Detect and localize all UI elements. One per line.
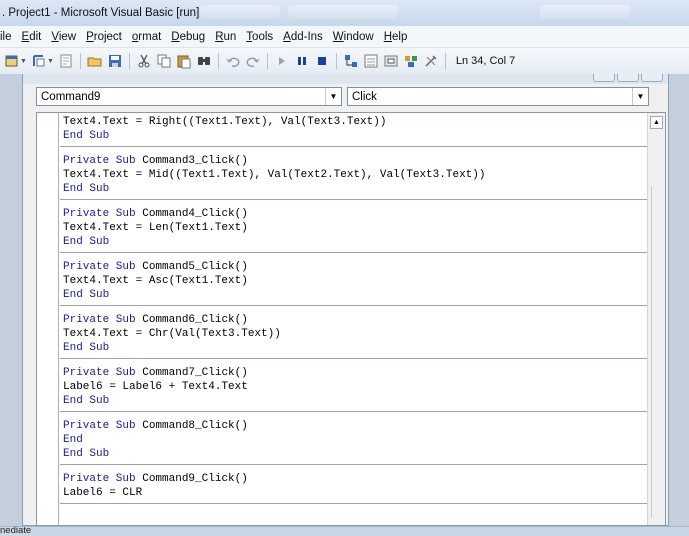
- procedure-combo-value: Click: [352, 90, 377, 103]
- chevron-down-icon[interactable]: ▼: [325, 88, 341, 105]
- minimize-button[interactable]: [593, 74, 615, 82]
- menu-add-ins[interactable]: Add-Ins: [278, 31, 328, 43]
- scroll-thumb[interactable]: [651, 187, 662, 517]
- menu-tools[interactable]: Tools: [241, 31, 278, 43]
- break-icon[interactable]: [294, 53, 310, 69]
- code-editor[interactable]: Text4.Text = Right((Text1.Text), Val(Tex…: [36, 112, 666, 526]
- menu-view[interactable]: View: [46, 31, 81, 43]
- form-layout-icon[interactable]: [383, 53, 399, 69]
- mdi-workspace: Command9 ▼ Click ▼ Text4.Text = Right((T…: [0, 74, 689, 526]
- code-line[interactable]: End Sub: [63, 182, 647, 196]
- toolbar-separator: [128, 53, 130, 69]
- procedure-block: Text4.Text = Right((Text1.Text), Val(Tex…: [60, 113, 647, 147]
- code-line[interactable]: End Sub: [63, 129, 647, 143]
- add-form-dropdown-icon[interactable]: ▼: [20, 58, 27, 65]
- procedure-block: Private Sub Command7_Click() Label6 = Lab…: [60, 359, 647, 412]
- cursor-position: Ln 34, Col 7: [455, 55, 516, 67]
- chevron-down-icon[interactable]: ▼: [632, 88, 648, 105]
- procedure-combo[interactable]: Click ▼: [347, 87, 649, 106]
- menu-editor-dropdown-icon[interactable]: ▼: [47, 58, 54, 65]
- code-window-titlebar[interactable]: [23, 74, 668, 84]
- menu-window[interactable]: Window: [328, 31, 379, 43]
- menu-project[interactable]: Project: [81, 31, 127, 43]
- code-line[interactable]: Text4.Text = Len(Text1.Text): [63, 221, 647, 235]
- paste-icon[interactable]: [176, 53, 192, 69]
- toolbar-separator: [444, 53, 446, 69]
- code-line[interactable]: Private Sub Command3_Click(): [63, 154, 647, 168]
- maximize-button[interactable]: [617, 74, 639, 82]
- find-icon[interactable]: [196, 53, 212, 69]
- properties-window-icon[interactable]: [363, 53, 379, 69]
- toolbar-separator: [79, 53, 81, 69]
- code-line[interactable]: Text4.Text = Asc(Text1.Text): [63, 274, 647, 288]
- menu-bar: ile Edit View Project ormat Debug Run Tools Add-…: [0, 26, 689, 48]
- run-icon[interactable]: [274, 53, 290, 69]
- menu-help[interactable]: Help: [379, 31, 413, 43]
- code-line[interactable]: End Sub: [63, 394, 647, 408]
- menu-run[interactable]: Run: [210, 31, 241, 43]
- code-line[interactable]: End Sub: [63, 341, 647, 355]
- scroll-up-icon[interactable]: ▲: [650, 116, 663, 129]
- code-line[interactable]: Private Sub Command8_Click(): [63, 419, 647, 433]
- procedure-block: Private Sub Command8_Click() End End Sub: [60, 412, 647, 465]
- taskbar-ghost-1: [200, 5, 280, 19]
- undo-icon[interactable]: [225, 53, 241, 69]
- code-line[interactable]: Private Sub Command5_Click(): [63, 260, 647, 274]
- code-line[interactable]: Text4.Text = Right((Text1.Text), Val(Tex…: [63, 115, 647, 129]
- code-line[interactable]: Private Sub Command6_Click(): [63, 313, 647, 327]
- procedure-block: Private Sub Command6_Click() Text4.Text =…: [60, 306, 647, 359]
- menu-debug[interactable]: Debug: [166, 31, 210, 43]
- menu-format[interactable]: ormat: [127, 31, 166, 43]
- code-line[interactable]: End Sub: [63, 235, 647, 249]
- immediate-window-label: nediate: [0, 525, 32, 536]
- standard-toolbar: ▼ ▼ Ln 34, Col 7: [0, 48, 689, 74]
- new-file-icon[interactable]: [58, 53, 74, 69]
- immediate-window-header[interactable]: nediate: [0, 525, 689, 536]
- window-title: . Project1 - Microsoft Visual Basic [run…: [2, 7, 200, 19]
- cut-icon[interactable]: [136, 53, 152, 69]
- procedure-block: Private Sub Command9_Click() Label6 = CLR: [60, 465, 647, 504]
- save-icon[interactable]: [107, 53, 123, 69]
- code-text-area[interactable]: Text4.Text = Right((Text1.Text), Val(Tex…: [60, 113, 647, 504]
- close-button[interactable]: [641, 74, 663, 82]
- object-combo-value: Command9: [41, 90, 101, 103]
- code-line[interactable]: Text4.Text = Mid((Text1.Text), Val(Text2…: [63, 168, 647, 182]
- menu-ile[interactable]: ile: [0, 31, 17, 43]
- vertical-scrollbar[interactable]: ▲: [647, 113, 665, 525]
- code-line[interactable]: Label6 = Label6 + Text4.Text: [63, 380, 647, 394]
- stop-icon[interactable]: [314, 53, 330, 69]
- taskbar-ghost-3: [540, 5, 630, 19]
- procedure-block: Private Sub Command3_Click() Text4.Text =…: [60, 147, 647, 200]
- code-line[interactable]: Private Sub Command9_Click(): [63, 472, 647, 486]
- code-line[interactable]: Private Sub Command4_Click(): [63, 207, 647, 221]
- title-bar: . Project1 - Microsoft Visual Basic [run…: [0, 0, 689, 26]
- menu-edit[interactable]: Edit: [17, 31, 47, 43]
- margin-indicator-bar[interactable]: [37, 113, 59, 525]
- code-line[interactable]: Label6 = CLR: [63, 486, 647, 500]
- project-explorer-icon[interactable]: [343, 53, 359, 69]
- toolbar-separator: [266, 53, 268, 69]
- code-line[interactable]: End: [63, 433, 647, 447]
- toolbox-icon[interactable]: [423, 53, 439, 69]
- object-combo[interactable]: Command9 ▼: [36, 87, 342, 106]
- code-window: Command9 ▼ Click ▼ Text4.Text = Right((T…: [22, 74, 669, 526]
- open-project-icon[interactable]: [87, 53, 103, 69]
- procedure-block: Private Sub Command4_Click() Text4.Text =…: [60, 200, 647, 253]
- toolbar-separator: [217, 53, 219, 69]
- redo-icon[interactable]: [245, 53, 261, 69]
- procedure-block: Private Sub Command5_Click() Text4.Text =…: [60, 253, 647, 306]
- taskbar-ghost-2: [288, 5, 398, 19]
- code-line[interactable]: Text4.Text = Chr(Val(Text3.Text)): [63, 327, 647, 341]
- code-line[interactable]: End Sub: [63, 288, 647, 302]
- add-form-icon[interactable]: [4, 53, 20, 69]
- menu-editor-icon[interactable]: [31, 53, 47, 69]
- copy-icon[interactable]: [156, 53, 172, 69]
- code-line[interactable]: End Sub: [63, 447, 647, 461]
- toolbar-separator: [335, 53, 337, 69]
- object-browser-icon[interactable]: [403, 53, 419, 69]
- code-line[interactable]: Private Sub Command7_Click(): [63, 366, 647, 380]
